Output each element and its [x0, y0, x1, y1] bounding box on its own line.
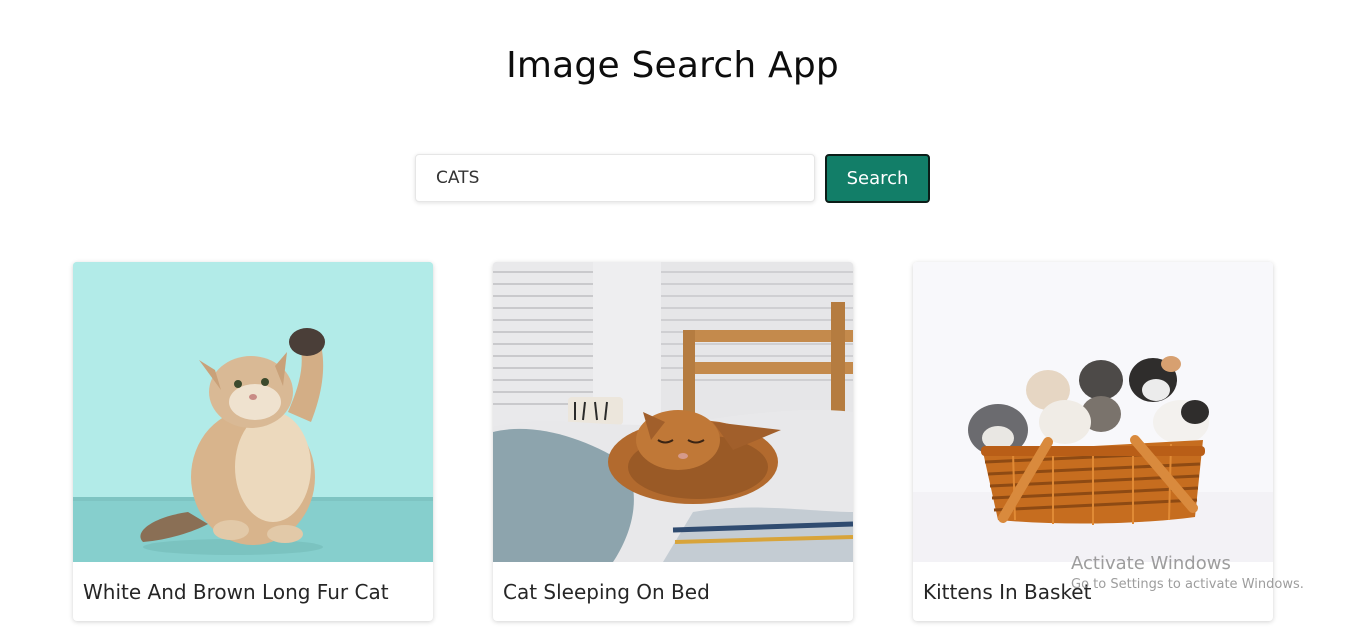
result-image[interactable] [493, 262, 853, 562]
result-card[interactable]: Cat Sleeping On Bed [493, 262, 853, 621]
search-form: Search [415, 154, 931, 204]
search-input[interactable] [415, 154, 815, 202]
result-caption: White And Brown Long Fur Cat [83, 580, 389, 604]
result-caption: Kittens In Basket [923, 580, 1092, 604]
result-card[interactable]: Kittens In Basket [913, 262, 1273, 621]
search-button[interactable]: Search [825, 154, 930, 203]
result-image[interactable] [73, 262, 433, 562]
page-title: Image Search App [506, 45, 839, 86]
result-image[interactable] [913, 262, 1273, 562]
image-search-app: Image Search App Search [0, 0, 1345, 628]
result-caption: Cat Sleeping On Bed [503, 580, 710, 604]
result-card[interactable]: White And Brown Long Fur Cat [73, 262, 433, 621]
